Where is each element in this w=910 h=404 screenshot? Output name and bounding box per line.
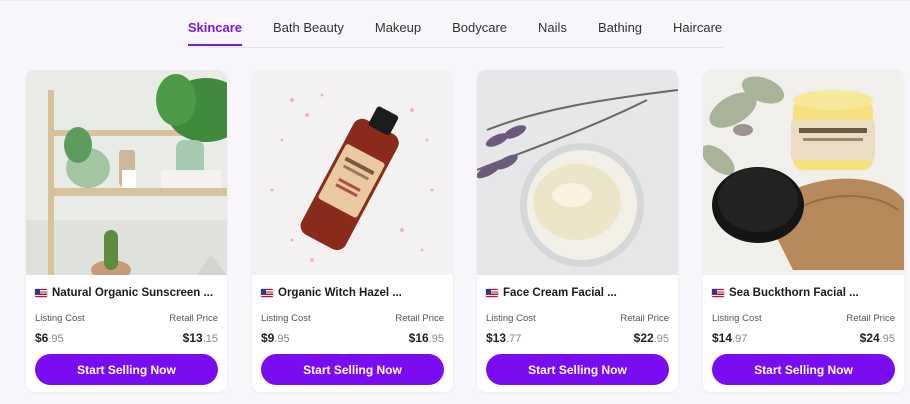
retail-price-label: Retail Price: [169, 313, 218, 324]
product-title[interactable]: Natural Organic Sunscreen ...: [35, 287, 213, 299]
start-selling-button[interactable]: Start Selling Now: [261, 354, 444, 385]
product-card[interactable]: Sea Buckthorn Facial ... Listing Cost Re…: [703, 70, 904, 392]
listing-cost-label: Listing Cost: [486, 313, 536, 324]
listing-cost-value: $9.95: [261, 331, 290, 345]
tab-bath-beauty[interactable]: Bath Beauty: [273, 18, 344, 43]
tab-makeup[interactable]: Makeup: [375, 18, 421, 43]
retail-price-value: $13.15: [182, 331, 218, 345]
start-selling-button[interactable]: Start Selling Now: [35, 354, 218, 385]
us-flag-icon: [261, 289, 273, 297]
product-title[interactable]: Organic Witch Hazel ...: [261, 287, 402, 299]
listing-cost-label: Listing Cost: [261, 313, 311, 324]
product-card[interactable]: Organic Witch Hazel ... Listing Cost Ret…: [252, 70, 453, 392]
start-selling-button[interactable]: Start Selling Now: [486, 354, 669, 385]
us-flag-icon: [35, 289, 47, 297]
retail-price-value: $16.95: [408, 331, 444, 345]
tab-bodycare[interactable]: Bodycare: [452, 18, 507, 43]
listing-cost-value: $6.95: [35, 331, 64, 345]
listing-cost-value: $13.77: [486, 331, 522, 345]
tab-haircare[interactable]: Haircare: [673, 18, 722, 43]
us-flag-icon: [712, 289, 724, 297]
retail-price-label: Retail Price: [846, 313, 895, 324]
retail-price-value: $24.95: [859, 331, 895, 345]
category-tabs: Skincare Bath Beauty Makeup Bodycare Nai…: [0, 18, 910, 46]
tab-skincare[interactable]: Skincare: [187, 18, 243, 46]
retail-price-label: Retail Price: [395, 313, 444, 324]
product-title[interactable]: Face Cream Facial ...: [486, 287, 617, 299]
retail-price-value: $22.95: [633, 331, 669, 345]
tab-bathing[interactable]: Bathing: [598, 18, 642, 43]
product-title[interactable]: Sea Buckthorn Facial ...: [712, 287, 859, 299]
listing-cost-label: Listing Cost: [712, 313, 762, 324]
product-image-witch-hazel[interactable]: [252, 70, 453, 275]
listing-cost-label: Listing Cost: [35, 313, 85, 324]
listing-cost-value: $14.97: [712, 331, 748, 345]
retail-price-label: Retail Price: [620, 313, 669, 324]
tab-nails[interactable]: Nails: [538, 18, 567, 43]
product-image-sunscreen[interactable]: [26, 70, 227, 275]
start-selling-button[interactable]: Start Selling Now: [712, 354, 895, 385]
product-image-sea-buckthorn[interactable]: [703, 70, 904, 275]
product-card[interactable]: Natural Organic Sunscreen ... Listing Co…: [26, 70, 227, 392]
us-flag-icon: [486, 289, 498, 297]
product-card[interactable]: Face Cream Facial ... Listing Cost Retai…: [477, 70, 678, 392]
product-image-face-cream[interactable]: [477, 70, 678, 275]
